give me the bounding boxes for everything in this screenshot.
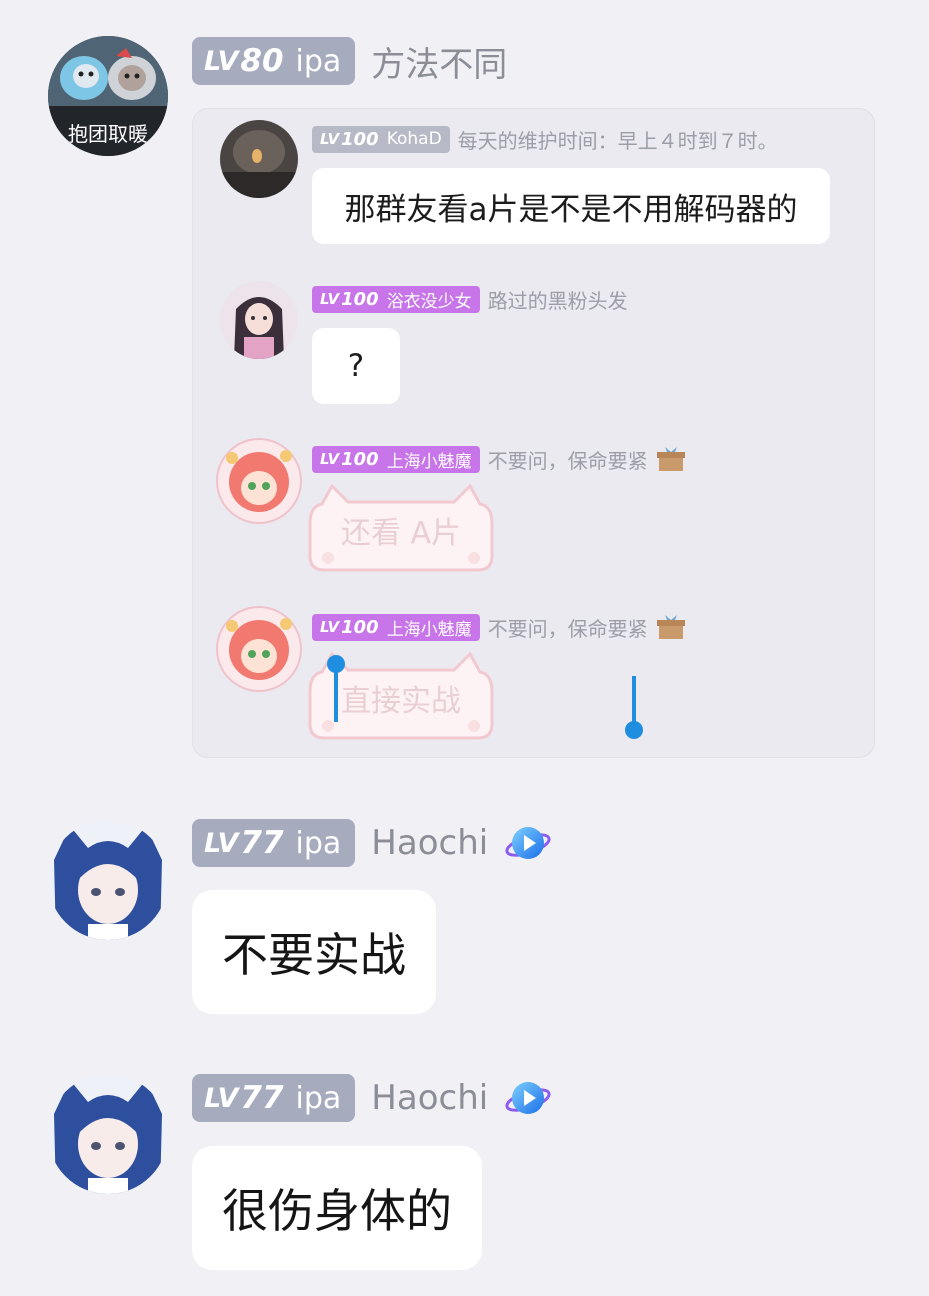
level-number: 100 — [341, 288, 379, 310]
level-number: 100 — [341, 448, 379, 470]
quoted-nickname: 路过的黑粉头发 — [487, 288, 628, 313]
level-badge[interactable]: LV 77 ipa — [192, 1074, 356, 1122]
level-prefix: LV — [204, 827, 239, 859]
quoted-level-badge: LV 100 上海小魅魔 — [312, 445, 480, 473]
message-bubble[interactable]: 不要实战 — [192, 890, 436, 1014]
quoted-header: LV 100 上海小魅魔 不要问，保命要紧 — [312, 612, 686, 642]
message-header: LV 77 ipa Haochi — [192, 1073, 552, 1123]
level-number: 77 — [240, 825, 284, 861]
quoted-avatar-yukata[interactable] — [220, 281, 298, 359]
quoted-avatar-shanghai-succubus[interactable] — [214, 604, 304, 694]
vip-play-icon[interactable] — [504, 819, 552, 867]
group-title: ipa — [295, 43, 342, 79]
level-number: 100 — [341, 128, 379, 150]
message-header: LV 77 ipa Haochi — [192, 818, 552, 868]
quoted-avatar-kohad[interactable] — [220, 120, 298, 198]
level-number: 80 — [240, 43, 284, 79]
quoted-header: LV 100 KohaD 每天的维护时间：早上４时到７时。 — [312, 124, 778, 154]
group-title: ipa — [295, 1080, 342, 1116]
level-title: 上海小魅魔 — [386, 451, 472, 472]
quoted-level-badge: LV 100 上海小魅魔 — [312, 613, 480, 641]
quoted-message-bubble: 那群友看a片是不是不用解码器的 — [312, 168, 830, 244]
level-prefix: LV — [320, 450, 340, 468]
quoted-header: LV 100 浴衣没少女 路过的黑粉头发 — [312, 284, 628, 314]
message-header: LV 80 ipa 方法不同 — [192, 36, 507, 86]
quoted-level-badge: LV 100 KohaD — [312, 125, 450, 153]
gift-box-icon — [656, 447, 685, 471]
avatar-fangfabutong[interactable]: 抱团取暖 — [48, 36, 168, 156]
level-title: 上海小魅魔 — [386, 619, 472, 640]
quoted-level-badge: LV 100 浴衣没少女 — [312, 285, 480, 313]
level-prefix: LV — [320, 130, 340, 148]
quoted-nickname: 每天的维护时间：早上４时到７时。 — [457, 128, 778, 153]
level-prefix: LV — [320, 618, 340, 636]
sticker-text: 还看 A片 — [340, 516, 462, 551]
selection-end-handle[interactable] — [624, 676, 644, 742]
avatar-haochi[interactable] — [48, 1074, 168, 1194]
gift-box-icon — [656, 615, 685, 639]
level-badge[interactable]: LV 77 ipa — [192, 819, 356, 867]
avatar-caption: 抱团取暖 — [68, 122, 148, 146]
level-prefix: LV — [320, 290, 340, 308]
level-number: 100 — [341, 616, 379, 638]
level-prefix: LV — [204, 45, 239, 77]
sender-nickname[interactable]: 方法不同 — [371, 37, 507, 86]
level-prefix: LV — [204, 1082, 239, 1114]
level-title: KohaD — [386, 129, 442, 149]
level-badge[interactable]: LV 80 ipa — [192, 37, 356, 85]
quoted-avatar-shanghai-succubus[interactable] — [214, 436, 304, 526]
sticker-message: 还看 A片 — [302, 484, 500, 574]
sender-nickname[interactable]: Haochi — [371, 1078, 488, 1118]
message-bubble[interactable]: 很伤身体的 — [192, 1146, 482, 1270]
level-title: 浴衣没少女 — [386, 291, 472, 312]
avatar-haochi[interactable] — [48, 820, 168, 940]
selection-start-handle[interactable] — [326, 654, 346, 722]
vip-play-icon[interactable] — [504, 1074, 552, 1122]
quoted-message-bubble: ? — [312, 328, 400, 404]
quoted-header: LV 100 上海小魅魔 不要问，保命要紧 — [312, 444, 686, 474]
level-number: 77 — [240, 1080, 284, 1116]
quoted-nickname: 不要问，保命要紧 — [487, 448, 648, 473]
group-title: ipa — [295, 825, 342, 861]
sender-nickname[interactable]: Haochi — [371, 823, 488, 863]
quoted-nickname: 不要问，保命要紧 — [487, 616, 648, 641]
